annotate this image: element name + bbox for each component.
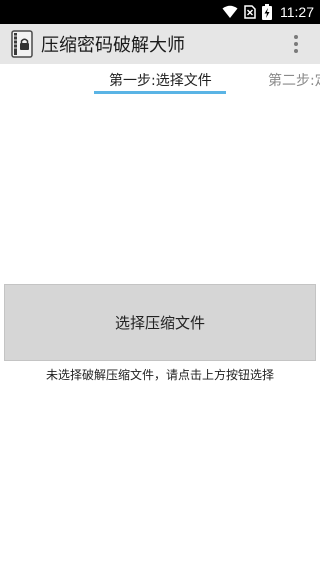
- tab-step-1[interactable]: 第一步:选择文件: [109, 70, 212, 90]
- select-archive-button[interactable]: 选择压缩文件: [4, 284, 316, 361]
- overflow-menu-icon: [294, 35, 298, 39]
- tab-step-2[interactable]: 第二步:定: [268, 70, 320, 90]
- tab-strip: 第一步:选择文件 第二步:定: [0, 64, 320, 96]
- battery-charging-icon: [262, 4, 272, 20]
- status-time: 11:27: [280, 4, 314, 20]
- sim-no-signal-icon: [244, 5, 256, 19]
- app-title: 压缩密码破解大师: [41, 35, 185, 56]
- archive-lock-app-icon: [11, 30, 33, 58]
- hint-text: 未选择破解压缩文件，请点击上方按钮选择: [45, 368, 274, 382]
- wifi-icon: [222, 5, 238, 18]
- overflow-menu-button[interactable]: [284, 32, 308, 56]
- tab-indicator: [94, 91, 226, 94]
- status-icons: 11:27: [222, 0, 314, 24]
- status-bar: 11:27: [0, 0, 320, 24]
- app-bar: 压缩密码破解大师: [0, 24, 320, 64]
